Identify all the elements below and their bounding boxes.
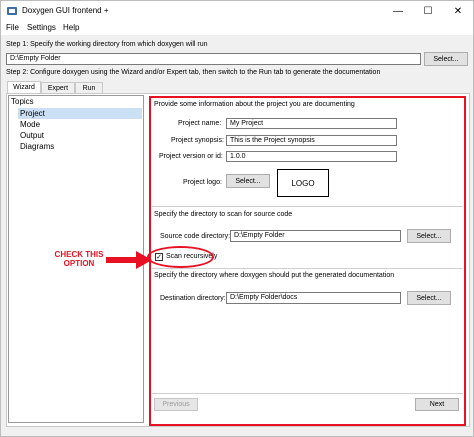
source-dir-label: Source code directory:	[160, 233, 231, 240]
project-logo-preview: LOGO	[277, 169, 329, 197]
title-bar: Doxygen GUI frontend + — ☐ ✕	[1, 1, 473, 21]
topic-diagrams[interactable]: Diagrams	[20, 142, 54, 151]
working-directory-select-button[interactable]: Select...	[424, 52, 468, 66]
maximize-button[interactable]: ☐	[413, 1, 443, 21]
menu-help[interactable]: Help	[63, 23, 79, 32]
topic-mode[interactable]: Mode	[20, 120, 40, 129]
working-directory-input[interactable]: D:\Empty Folder	[6, 53, 421, 65]
divider	[152, 393, 463, 394]
previous-button[interactable]: Previous	[154, 398, 198, 411]
tab-expert[interactable]: Expert	[41, 82, 75, 93]
divider	[152, 268, 463, 269]
tab-run[interactable]: Run	[75, 82, 103, 93]
topics-title: Topics	[11, 97, 34, 106]
menu-file[interactable]: File	[6, 23, 19, 32]
dest-dir-label: Destination directory:	[160, 295, 226, 302]
source-dir-input[interactable]: D:\Empty Folder	[230, 230, 401, 242]
annotation-text: CHECK THIS OPTION	[51, 250, 107, 268]
tab-wizard[interactable]: Wizard	[7, 81, 41, 93]
project-name-input[interactable]: My Project	[226, 118, 397, 129]
step2-label: Step 2: Configure doxygen using the Wiza…	[6, 69, 381, 76]
annotation-arrow-icon	[106, 251, 152, 269]
logo-text: LOGO	[291, 178, 315, 188]
dest-intro: Specify the directory where doxygen shou…	[154, 272, 395, 279]
project-version-label: Project version or id:	[159, 153, 223, 160]
app-window: Doxygen GUI frontend + — ☐ ✕ File Settin…	[0, 0, 474, 437]
source-dir-select-button[interactable]: Select...	[407, 229, 451, 243]
project-logo-select-button[interactable]: Select...	[226, 174, 270, 188]
project-synopsis-label: Project synopsis:	[171, 137, 224, 144]
annotation-line2: OPTION	[63, 259, 95, 268]
topic-output[interactable]: Output	[20, 131, 44, 140]
menu-settings[interactable]: Settings	[27, 23, 56, 32]
doxygen-app-icon	[7, 7, 17, 15]
project-intro: Provide some information about the proje…	[154, 101, 355, 108]
dest-dir-input[interactable]: D:\Empty Folder\docs	[226, 292, 401, 304]
close-button[interactable]: ✕	[443, 1, 473, 21]
minimize-button[interactable]: —	[383, 1, 413, 21]
next-button[interactable]: Next	[415, 398, 459, 411]
annotation-line1: CHECK THIS	[54, 250, 104, 259]
dest-dir-select-button[interactable]: Select...	[407, 291, 451, 305]
project-name-label: Project name:	[178, 120, 222, 127]
highlight-ellipse	[147, 246, 214, 268]
project-synopsis-input[interactable]: This is the Project synopsis	[226, 135, 397, 146]
window-title: Doxygen GUI frontend +	[22, 6, 109, 15]
divider	[152, 206, 463, 207]
project-version-input[interactable]: 1.0.0	[226, 151, 397, 162]
project-logo-label: Project logo:	[183, 179, 222, 186]
step1-label: Step 1: Specify the working directory fr…	[6, 41, 208, 48]
menu-bar: File Settings Help	[1, 21, 473, 35]
topic-project[interactable]: Project	[20, 109, 45, 118]
source-intro: Specify the directory to scan for source…	[154, 211, 293, 218]
